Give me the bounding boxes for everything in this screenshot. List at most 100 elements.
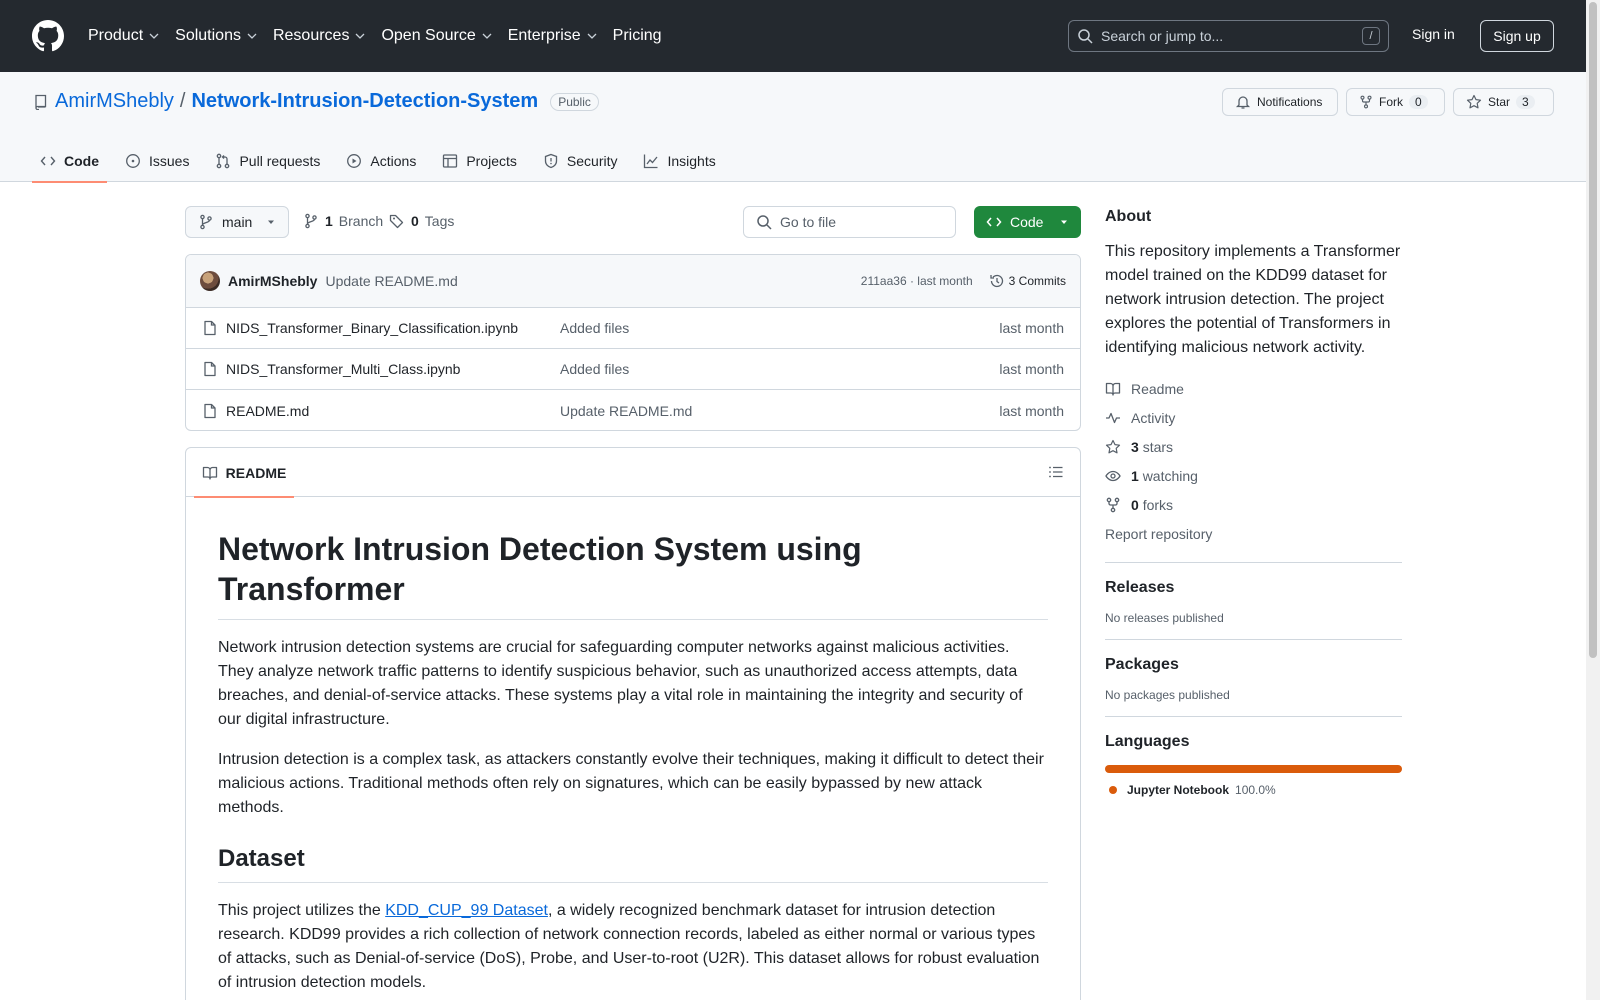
file-name-link[interactable]: NIDS_Transformer_Multi_Class.ipynb xyxy=(226,361,460,377)
branches-link[interactable]: 1 Branch xyxy=(303,213,383,229)
notifications-label: Notifications xyxy=(1257,95,1323,109)
repo-separator: / xyxy=(179,90,186,112)
nav-enterprise[interactable]: Enterprise xyxy=(508,27,597,45)
tags-link[interactable]: 0 Tags xyxy=(389,213,454,229)
languages-section: Languages Jupyter Notebook 100.0% xyxy=(1105,716,1402,797)
file-name-link[interactable]: README.md xyxy=(226,403,309,419)
commit-hash-time[interactable]: 211aa36 · last month xyxy=(861,274,973,288)
readme-link-label: Readme xyxy=(1131,380,1184,397)
visibility-badge: Public xyxy=(550,92,599,111)
branch-label: Branch xyxy=(338,213,384,229)
language-item[interactable]: Jupyter Notebook 100.0% xyxy=(1105,783,1402,797)
repo-title: AmirMShebly / Network-Intrusion-Detectio… xyxy=(33,90,599,113)
sign-in-link[interactable]: Sign in xyxy=(1412,26,1455,42)
nav-product[interactable]: Product xyxy=(88,27,159,45)
fork-label: Fork xyxy=(1379,95,1403,109)
fork-icon xyxy=(1106,497,1120,512)
commit-meta: 211aa36 · last month 3 Commits xyxy=(861,273,1066,289)
nav-open-source[interactable]: Open Source xyxy=(381,27,492,45)
tab-insights[interactable]: Insights xyxy=(635,140,723,182)
table-of-contents-icon[interactable] xyxy=(1048,464,1064,480)
repo-sidebar: About This repository implements a Trans… xyxy=(1105,208,1402,797)
branch-icon xyxy=(200,214,212,230)
releases-section: Releases No releases published xyxy=(1105,562,1402,625)
watching-link[interactable]: 1 watching xyxy=(1105,461,1402,490)
search-input[interactable]: Search or jump to... / xyxy=(1068,20,1389,52)
branch-name: main xyxy=(222,214,253,230)
packages-section: Packages No packages published xyxy=(1105,639,1402,702)
tab-label: Pull requests xyxy=(239,153,321,169)
activity-link[interactable]: Activity xyxy=(1105,403,1402,432)
readme-tab[interactable]: README xyxy=(194,448,294,498)
search-placeholder: Search or jump to... xyxy=(1101,28,1224,44)
report-repository-link[interactable]: Report repository xyxy=(1105,519,1402,548)
github-logo-icon[interactable] xyxy=(32,20,64,52)
commit-author-link[interactable]: AmirMShebly xyxy=(228,273,317,289)
nav-resources[interactable]: Resources xyxy=(273,27,365,45)
readme-link[interactable]: Readme xyxy=(1105,374,1402,403)
commits-history-link[interactable]: 3 Commits xyxy=(989,273,1066,289)
go-to-file-placeholder: Go to file xyxy=(780,214,837,230)
repo-owner-link[interactable]: AmirMShebly xyxy=(55,90,174,113)
repo-tabs: Code Issues Pull requests Actions Projec… xyxy=(32,140,734,183)
go-to-file-input[interactable]: Go to file xyxy=(743,206,956,238)
avatar[interactable] xyxy=(200,271,220,291)
file-commit-message[interactable]: Update README.md xyxy=(560,403,692,419)
tab-code[interactable]: Code xyxy=(32,140,107,183)
tab-actions[interactable]: Actions xyxy=(338,140,424,182)
language-color-dot xyxy=(1109,786,1117,794)
packages-heading[interactable]: Packages xyxy=(1105,656,1402,674)
commits-count: 3 Commits xyxy=(1008,274,1066,288)
nav-pricing[interactable]: Pricing xyxy=(613,27,662,45)
tab-pull-requests[interactable]: Pull requests xyxy=(207,140,328,182)
nav-solutions[interactable]: Solutions xyxy=(175,27,257,45)
tab-security[interactable]: Security xyxy=(535,140,626,182)
page-scrollbar[interactable] xyxy=(1586,0,1600,1000)
chevron-down-icon xyxy=(355,33,365,39)
file-row[interactable]: NIDS_Transformer_Binary_Classification.i… xyxy=(186,308,1080,349)
readme-heading-dataset: Dataset xyxy=(218,844,1048,883)
tab-issues[interactable]: Issues xyxy=(117,140,197,182)
fork-button[interactable]: Fork 0 xyxy=(1346,88,1445,116)
repo-name-link[interactable]: Network-Intrusion-Detection-System xyxy=(191,90,538,113)
scrollbar-thumb[interactable] xyxy=(1589,2,1597,658)
file-commit-date: last month xyxy=(999,402,1064,419)
eye-icon xyxy=(1105,470,1121,481)
star-icon xyxy=(1105,439,1121,453)
code-dropdown-button[interactable]: Code xyxy=(974,206,1081,238)
chevron-down-icon xyxy=(482,33,492,39)
fork-count: 0 xyxy=(1409,95,1428,109)
chevron-down-icon xyxy=(247,33,257,39)
file-commit-message[interactable]: Added files xyxy=(560,320,629,336)
commit-message-link[interactable]: Update README.md xyxy=(325,273,457,289)
about-heading: About xyxy=(1105,208,1152,225)
file-icon xyxy=(204,320,216,336)
branch-selector[interactable]: main xyxy=(185,206,289,238)
forks-link[interactable]: 0 forks xyxy=(1105,490,1402,519)
watching-label: watching xyxy=(1142,467,1198,484)
search-icon xyxy=(757,215,772,230)
file-icon xyxy=(204,403,216,418)
stars-label: stars xyxy=(1142,438,1174,455)
branch-icon xyxy=(305,213,317,229)
search-shortcut-hint: / xyxy=(1362,27,1380,45)
nav-label: Resources xyxy=(272,27,350,44)
caret-down-icon xyxy=(1061,220,1067,224)
releases-heading[interactable]: Releases xyxy=(1105,579,1402,597)
chevron-down-icon xyxy=(149,33,159,39)
about-description: This repository implements a Transformer… xyxy=(1105,243,1401,356)
file-row[interactable]: README.md Update README.md last month xyxy=(186,390,1080,430)
file-name-link[interactable]: NIDS_Transformer_Binary_Classification.i… xyxy=(226,320,518,336)
tab-projects[interactable]: Projects xyxy=(434,140,525,182)
stars-count: 3 xyxy=(1131,438,1139,455)
stars-link[interactable]: 3 stars xyxy=(1105,432,1402,461)
tab-label: Security xyxy=(566,153,618,169)
notifications-button[interactable]: Notifications xyxy=(1222,88,1338,116)
sign-up-button[interactable]: Sign up xyxy=(1480,20,1554,52)
tab-label: Code xyxy=(64,153,99,169)
nav-label: Product xyxy=(88,27,144,44)
star-button[interactable]: Star 3 xyxy=(1453,88,1554,116)
kdd-dataset-link[interactable]: KDD_CUP_99 Dataset xyxy=(385,902,548,919)
file-commit-message[interactable]: Added files xyxy=(560,361,629,377)
file-row[interactable]: NIDS_Transformer_Multi_Class.ipynb Added… xyxy=(186,349,1080,390)
